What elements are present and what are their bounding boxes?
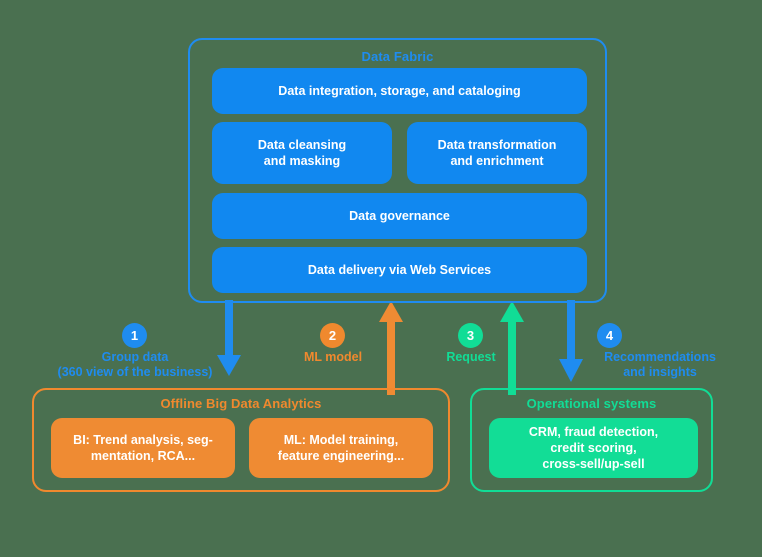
step-badge-3: 3 bbox=[458, 323, 483, 348]
operational-systems-title: Operational systems bbox=[526, 396, 657, 411]
step-badge-2: 2 bbox=[320, 323, 345, 348]
offline-big-data-analytics-title: Offline Big Data Analytics bbox=[160, 396, 322, 411]
step-label-1: Group data (360 view of the business) bbox=[57, 350, 213, 379]
arrow-up-orange-ml-model bbox=[379, 301, 403, 395]
step-label-3: Request bbox=[446, 350, 496, 364]
card-bi-trend-analysis[interactable]: BI: Trend analysis, seg-mentation, RCA..… bbox=[51, 418, 235, 478]
data-fabric-panel: Data Fabric Data integration, storage, a… bbox=[188, 38, 607, 303]
card-data-cleansing[interactable]: Data cleansing and masking bbox=[212, 122, 392, 184]
card-data-delivery[interactable]: Data delivery via Web Services bbox=[212, 247, 587, 293]
step-badge-1: 1 bbox=[122, 323, 147, 348]
arrow-up-green-request bbox=[500, 301, 524, 395]
diagram-canvas: Data Fabric Data integration, storage, a… bbox=[0, 0, 762, 557]
operational-systems-panel: Operational systems CRM, fraud detection… bbox=[470, 388, 713, 492]
arrow-down-blue-recommendations bbox=[559, 300, 583, 382]
data-fabric-title: Data Fabric bbox=[361, 49, 434, 64]
card-data-integration[interactable]: Data integration, storage, and catalogin… bbox=[212, 68, 587, 114]
card-crm-fraud-detection[interactable]: CRM, fraud detection, credit scoring, cros… bbox=[489, 418, 698, 478]
step-badge-4: 4 bbox=[597, 323, 622, 348]
step-label-4: Recommendations and insights bbox=[604, 350, 716, 379]
card-data-governance[interactable]: Data governance bbox=[212, 193, 587, 239]
card-data-transformation[interactable]: Data transformation and enrichment bbox=[407, 122, 587, 184]
card-ml-model-training[interactable]: ML: Model training, feature engineering..… bbox=[249, 418, 433, 478]
offline-big-data-analytics-panel: Offline Big Data Analytics BI: Trend ana… bbox=[32, 388, 450, 492]
step-label-2: ML model bbox=[303, 350, 363, 364]
